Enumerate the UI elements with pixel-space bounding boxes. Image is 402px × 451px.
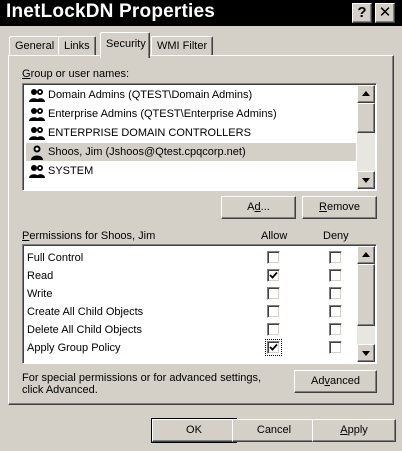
list-item-label: ENTERPRISE DOMAIN CONTROLLERS (48, 127, 251, 139)
allow-checkbox[interactable] (267, 251, 280, 264)
apply-button[interactable]: Apply (312, 419, 396, 442)
security-tab-panel: Group or user names: Domain Admins (QTES… (8, 55, 394, 405)
list-item[interactable]: ENTERPRISE DOMAIN CONTROLLERS (26, 124, 356, 142)
scroll-thumb[interactable] (357, 103, 375, 133)
user-group-icon (28, 125, 46, 141)
allow-checkbox[interactable] (267, 269, 280, 282)
tab-general[interactable]: General (9, 36, 61, 56)
window-title: InetLockDN Properties (6, 1, 216, 22)
close-button[interactable]: ✕ (375, 3, 395, 23)
checkmark-icon (269, 271, 278, 279)
cancel-button[interactable]: Cancel (232, 419, 316, 442)
users-scrollbar[interactable] (357, 85, 375, 189)
deny-checkbox[interactable] (329, 305, 342, 318)
deny-checkbox[interactable] (329, 287, 342, 300)
list-item-label: SYSTEM (48, 165, 94, 177)
help-button[interactable]: ? (352, 3, 372, 23)
tab-security-label: Security (106, 38, 146, 50)
help-icon: ? (357, 4, 367, 21)
remove-button[interactable]: Remove (302, 196, 377, 219)
tab-security[interactable]: Security (100, 32, 150, 58)
title-bar[interactable]: InetLockDN Properties ? ✕ (0, 0, 402, 26)
allow-checkbox[interactable] (267, 323, 280, 336)
arrow-down-icon (362, 178, 370, 183)
permission-row: Delete All Child Objects (27, 324, 142, 336)
allow-checkbox[interactable] (265, 339, 282, 356)
permissions-label: Permissions for Shoos, Jim (22, 230, 156, 242)
user-group-icon (28, 106, 46, 122)
permissions-scrollbar[interactable] (357, 246, 375, 362)
group-user-list[interactable]: Domain Admins (QTEST\Domain Admins) Enter… (22, 83, 377, 191)
permission-row: Read (27, 270, 54, 282)
allow-checkbox[interactable] (267, 287, 280, 300)
deny-checkbox[interactable] (329, 323, 342, 336)
ok-button[interactable]: OK (151, 418, 237, 443)
arrow-up-icon (362, 91, 370, 96)
advanced-note-line1: For special permissions or for advanced … (22, 372, 262, 384)
deny-column-header: Deny (323, 230, 349, 242)
list-item[interactable]: Enterprise Admins (QTEST\Enterprise Admi… (26, 105, 356, 123)
close-icon: ✕ (378, 4, 392, 21)
deny-checkbox[interactable] (329, 341, 342, 354)
deny-checkbox[interactable] (329, 251, 342, 264)
arrow-up-icon (362, 252, 370, 257)
list-item[interactable]: SYSTEM (26, 162, 356, 180)
properties-dialog: InetLockDN Properties ? ✕ General Links … (0, 0, 402, 451)
add-button[interactable]: Ad... (221, 196, 296, 219)
list-item[interactable]: Domain Admins (QTEST\Domain Admins) (26, 86, 356, 104)
scroll-down-button[interactable] (357, 344, 375, 362)
allow-column-header: Allow (261, 230, 288, 242)
tab-wmi-filter-label: WMI Filter (157, 40, 208, 52)
permission-row: Apply Group Policy (27, 342, 121, 354)
advanced-note: For special permissions or for advanced … (22, 372, 261, 396)
advanced-button[interactable]: Advanced (294, 370, 377, 393)
list-item-label: Domain Admins (QTEST\Domain Admins) (48, 89, 253, 101)
scroll-up-button[interactable] (357, 85, 375, 103)
list-item[interactable]: Shoos, Jim (Jshoos@Qtest.cpqcorp.net) (26, 143, 356, 161)
tab-links-label: Links (64, 40, 90, 52)
user-group-icon (28, 87, 46, 103)
tab-general-label: General (15, 40, 55, 52)
user-icon (28, 144, 46, 160)
scroll-down-button[interactable] (357, 171, 375, 189)
scroll-thumb[interactable] (357, 264, 375, 326)
group-user-names-label: Group or user names: (22, 68, 129, 80)
allow-checkbox[interactable] (267, 305, 280, 318)
permission-row: Full Control (27, 252, 84, 264)
scroll-up-button[interactable] (357, 246, 375, 264)
permission-row: Create All Child Objects (27, 306, 144, 318)
deny-checkbox[interactable] (329, 269, 342, 282)
user-group-icon (28, 163, 46, 179)
list-item-label: Shoos, Jim (Jshoos@Qtest.cpqcorp.net) (48, 146, 246, 158)
permission-row: Write (27, 288, 53, 300)
arrow-down-icon (362, 351, 370, 356)
list-item-label: Enterprise Admins (QTEST\Enterprise Admi… (48, 108, 277, 120)
permissions-list[interactable]: Full Control Read Write Create All Child Ob… (22, 244, 377, 364)
advanced-note-line2: click Advanced. (22, 384, 98, 396)
checkmark-icon (269, 343, 278, 351)
tab-wmi-filter[interactable]: WMI Filter (151, 36, 214, 56)
tab-links[interactable]: Links (58, 36, 96, 56)
